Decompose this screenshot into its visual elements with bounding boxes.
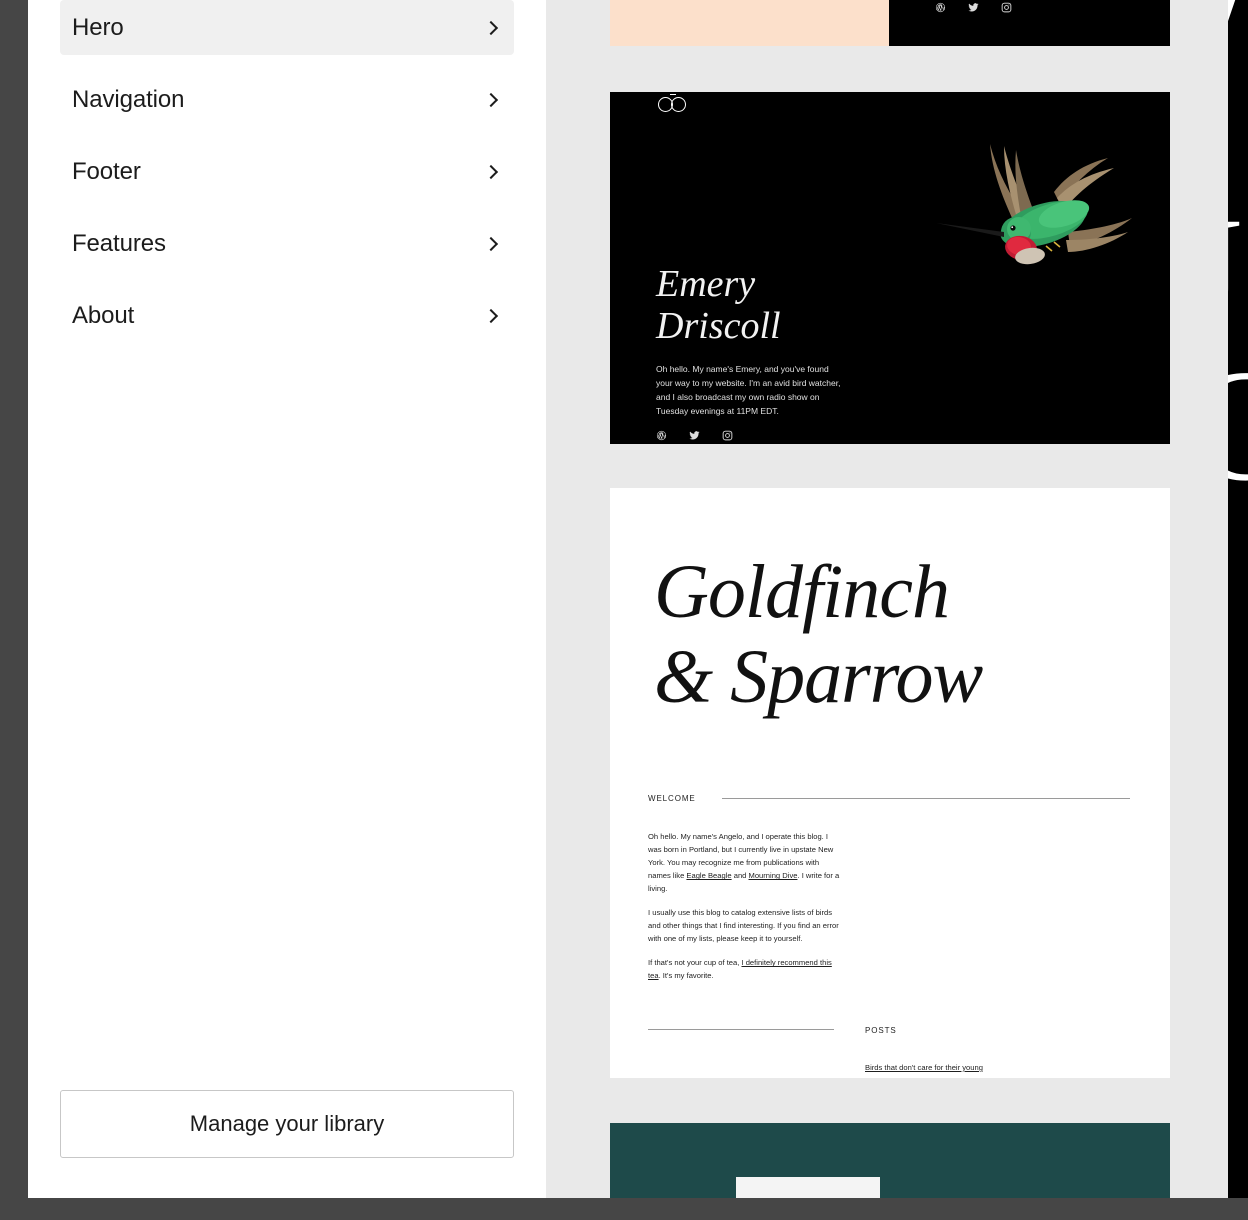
template-preview-pane[interactable]: evenings at 11PM EDT.: [546, 0, 1228, 1198]
goldfinch-body-text: Oh hello. My name's Angelo, and I operat…: [648, 830, 840, 993]
emery-social-links[interactable]: [656, 430, 733, 441]
welcome-label: WELCOME: [648, 794, 696, 803]
sidebar-menu: Hero Navigation Footer Features About: [28, 0, 546, 343]
cut-off-glyph: /: [1228, 0, 1235, 140]
emery-body-text: Oh hello. My name's Emery, and you've fo…: [656, 364, 841, 417]
para3-text-a: If that's not your cup of tea,: [648, 958, 742, 968]
goldfinch-paragraph-3: If that's not your cup of tea, I definit…: [648, 956, 840, 982]
binoculars-logo-icon: [658, 94, 686, 112]
template-card-top[interactable]: evenings at 11PM EDT.: [610, 0, 1170, 46]
binoculars-lens-right: [671, 97, 686, 112]
goldfinch-paragraph-1: Oh hello. My name's Angelo, and I operat…: [648, 830, 840, 895]
sidebar-item-label: Features: [72, 229, 166, 257]
twitter-icon[interactable]: [968, 2, 979, 13]
sidebar-item-navigation[interactable]: Navigation: [60, 72, 514, 127]
twitter-icon[interactable]: [689, 430, 700, 441]
adjacent-page-sliver: / J O: [1228, 0, 1248, 1198]
goldfinch-title: Goldfinch & Sparrow: [654, 550, 1134, 720]
wordpress-icon[interactable]: [935, 2, 946, 13]
sidebar-item-footer[interactable]: Footer: [60, 144, 514, 199]
hummingbird-image: [936, 144, 1132, 265]
welcome-section-header: WELCOME: [648, 794, 1130, 803]
cut-off-glyph: J: [1228, 195, 1242, 345]
sidebar-item-label: Navigation: [72, 85, 185, 113]
sidebar-item-about[interactable]: About: [60, 288, 514, 343]
goldfinch-paragraph-2: I usually use this blog to catalog exten…: [648, 908, 839, 944]
sidebar-item-features[interactable]: Features: [60, 216, 514, 271]
instagram-icon[interactable]: [722, 430, 733, 441]
sidebar-item-hero[interactable]: Hero: [60, 0, 514, 55]
sidebar-item-label: About: [72, 301, 135, 329]
card-top-left-panel: [610, 0, 889, 46]
wordpress-icon[interactable]: [656, 430, 667, 441]
chevron-right-icon: [483, 92, 499, 107]
welcome-divider: [721, 798, 1130, 799]
cut-off-glyph: O: [1228, 345, 1248, 505]
card-top-social-links[interactable]: [935, 2, 1012, 13]
app-window: Hero Navigation Footer Features About Ma…: [0, 0, 1248, 1220]
manage-library-container: Manage your library: [60, 1090, 514, 1158]
eagle-beagle-link[interactable]: Eagle Beagle: [686, 871, 731, 880]
posts-label: POSTS: [865, 1026, 897, 1035]
template-card-teal[interactable]: [610, 1123, 1170, 1198]
emery-name-line2: Driscoll: [656, 304, 781, 347]
teal-card-inner-box: [736, 1177, 880, 1198]
chevron-right-icon: [483, 236, 499, 251]
sidebar-item-label: Hero: [72, 13, 124, 41]
post-link[interactable]: Birds that don't care for their young: [865, 1063, 983, 1072]
left-rail: [0, 0, 28, 1220]
chevron-right-icon: [483, 164, 499, 179]
template-card-emery[interactable]: Emery Driscoll Oh hello. My name's Emery…: [610, 92, 1170, 444]
goldfinch-title-line1: Goldfinch: [654, 550, 950, 634]
emery-name-line1: Emery: [656, 263, 756, 305]
sidebar-item-label: Footer: [72, 157, 141, 185]
sidebar: Hero Navigation Footer Features About Ma…: [28, 0, 546, 1198]
mourning-dive-link[interactable]: Mourning Dive: [749, 871, 798, 880]
bottom-bar: [0, 1198, 1248, 1220]
manage-library-button[interactable]: Manage your library: [60, 1090, 514, 1158]
instagram-icon[interactable]: [1001, 2, 1012, 13]
card-top-right-panel: evenings at 11PM EDT.: [889, 0, 1170, 46]
goldfinch-title-line2: & Sparrow: [654, 635, 983, 720]
binoculars-bridge: [670, 94, 676, 98]
goldfinch-left-divider: [648, 1029, 834, 1030]
template-card-goldfinch[interactable]: Goldfinch & Sparrow WELCOME Oh hello. My…: [610, 488, 1170, 1078]
chevron-right-icon: [483, 308, 499, 323]
para1-text-b: and: [731, 871, 749, 881]
emery-name: Emery Driscoll: [656, 263, 781, 348]
chevron-right-icon: [483, 20, 499, 35]
para3-text-b: . It's my favorite.: [658, 971, 714, 981]
